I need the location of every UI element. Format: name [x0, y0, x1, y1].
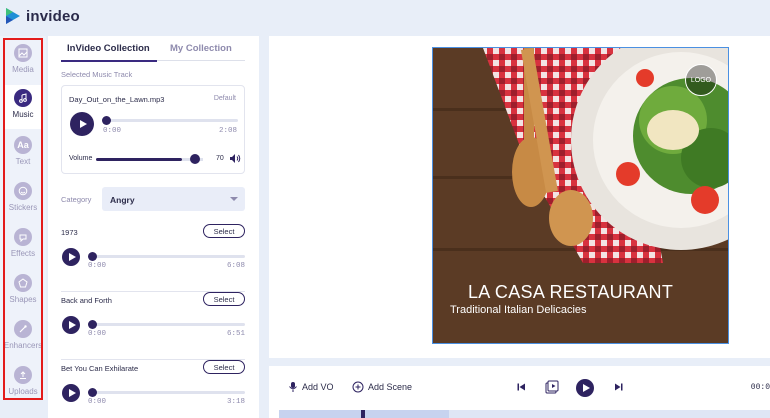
- scene-preview-button[interactable]: [544, 379, 560, 395]
- list-item: 1973 Select 0:00 6:08: [61, 224, 245, 292]
- timeline-playhead[interactable]: [361, 410, 365, 418]
- top-bar: invideo: [0, 0, 770, 34]
- shapes-icon: [14, 274, 32, 292]
- sidebar-item-label: Text: [15, 157, 31, 166]
- sidebar-item-label: Stickers: [8, 203, 38, 212]
- sidebar-item-label: Effects: [10, 249, 36, 258]
- timeline-time: 00:0: [750, 383, 770, 392]
- progress-handle[interactable]: [102, 116, 111, 125]
- list-item: Back and Forth Select 0:00 6:51: [61, 292, 245, 360]
- default-badge: Default: [213, 95, 236, 102]
- music-note-icon: [14, 89, 32, 107]
- music-panel: InVideo Collection My Collection Selecte…: [48, 36, 259, 418]
- sidebar-item-label: Shapes: [9, 295, 37, 304]
- elapsed-time: 0:00: [103, 127, 122, 135]
- scene-play-icon: [545, 380, 559, 394]
- select-button[interactable]: Select: [203, 360, 245, 374]
- invideo-logo-icon: [6, 8, 20, 24]
- microphone-icon: [289, 382, 297, 392]
- progress-track[interactable]: [90, 391, 245, 394]
- progress-handle[interactable]: [88, 252, 97, 261]
- wand-icon: [14, 320, 32, 338]
- skip-back-button[interactable]: [513, 379, 529, 395]
- sidebar-item-stickers[interactable]: Stickers: [4, 178, 42, 222]
- play-button[interactable]: [62, 384, 80, 402]
- progress-track[interactable]: [104, 119, 238, 122]
- select-button[interactable]: Select: [203, 292, 245, 306]
- effects-icon: [14, 228, 32, 246]
- add-vo-button[interactable]: Add VO: [288, 381, 334, 393]
- track-title: 1973: [61, 228, 78, 237]
- play-icon: [68, 389, 76, 397]
- sidebar-item-enhancers[interactable]: Enhancers: [4, 316, 42, 360]
- add-scene-button[interactable]: Add Scene: [352, 381, 412, 393]
- track-duration: 6:51: [226, 330, 245, 338]
- add-scene-label: Add Scene: [368, 382, 413, 392]
- elapsed-time: 0:00: [88, 330, 107, 338]
- volume-fill: [96, 158, 182, 161]
- select-button[interactable]: Select: [203, 224, 245, 238]
- play-icon: [68, 321, 76, 329]
- play-button[interactable]: [576, 379, 594, 397]
- track-duration: 3:18: [226, 398, 245, 406]
- text-icon: Aa: [14, 136, 32, 154]
- category-label: Category: [61, 195, 92, 204]
- skip-forward-icon: [615, 383, 623, 391]
- sidebar-item-music[interactable]: Music: [4, 85, 42, 129]
- track-duration: 6:08: [226, 262, 245, 270]
- collection-tabs: InVideo Collection My Collection: [61, 43, 245, 62]
- logo-placeholder[interactable]: LOGO: [685, 64, 717, 96]
- play-icon: [582, 384, 590, 392]
- sidebar-item-text[interactable]: Aa Text: [4, 132, 42, 176]
- category-dropdown[interactable]: Angry: [102, 187, 245, 211]
- chevron-down-icon: [230, 197, 238, 201]
- sidebar-item-label: Enhancers: [3, 341, 43, 350]
- volume-handle[interactable]: [190, 154, 200, 164]
- sidebar-item-effects[interactable]: Effects: [4, 224, 42, 268]
- elapsed-time: 0:00: [88, 398, 107, 406]
- progress-track[interactable]: [90, 255, 245, 258]
- play-button[interactable]: [62, 316, 80, 334]
- sidebar-item-label: Music: [12, 110, 34, 119]
- track-title: Back and Forth: [61, 296, 112, 305]
- selected-track-name: Day_Out_on_the_Lawn.mp3: [69, 95, 165, 104]
- volume-value: 70: [216, 155, 224, 162]
- play-button[interactable]: [70, 112, 94, 136]
- app-logo[interactable]: invideo: [4, 6, 80, 26]
- track-duration: 2:08: [218, 127, 237, 135]
- sidebar-item-label: Media: [12, 65, 34, 74]
- skip-back-icon: [517, 383, 525, 391]
- sidebar-item-uploads[interactable]: Uploads: [4, 362, 42, 406]
- image-icon: [14, 44, 32, 62]
- sidebar-item-label: Uploads: [8, 387, 38, 396]
- plus-circle-icon: [352, 381, 364, 393]
- scene-subtitle[interactable]: Traditional Italian Delicacies: [450, 304, 587, 316]
- upload-icon: [14, 366, 32, 384]
- scene-title[interactable]: LA CASA RESTAURANT: [468, 282, 673, 303]
- tab-invideo-collection[interactable]: InVideo Collection: [67, 43, 150, 54]
- active-tab-indicator: [61, 60, 157, 62]
- smiley-icon: [14, 182, 32, 200]
- sidebar-item-media[interactable]: Media: [4, 40, 42, 84]
- list-item: Bet You Can Exhilarate Select 0:00 3:18: [61, 360, 245, 418]
- skip-forward-button[interactable]: [611, 379, 627, 395]
- progress-track[interactable]: [90, 323, 245, 326]
- selected-track-card: Day_Out_on_the_Lawn.mp3 Default 0:00 2:0…: [61, 85, 245, 174]
- scene-canvas[interactable]: LOGO LA CASA RESTAURANT Traditional Ital…: [432, 47, 729, 344]
- progress-handle[interactable]: [88, 388, 97, 397]
- tab-my-collection[interactable]: My Collection: [170, 43, 232, 54]
- play-icon: [79, 120, 87, 128]
- add-vo-label: Add VO: [302, 382, 334, 392]
- category-value: Angry: [110, 195, 135, 205]
- selected-track-heading: Selected Music Track: [61, 70, 133, 79]
- volume-label: Volume: [69, 155, 93, 162]
- play-button[interactable]: [62, 248, 80, 266]
- play-icon: [68, 253, 76, 261]
- progress-handle[interactable]: [88, 320, 97, 329]
- app-name: invideo: [26, 7, 80, 25]
- sidebar-item-shapes[interactable]: Shapes: [4, 270, 42, 314]
- track-title: Bet You Can Exhilarate: [61, 364, 139, 373]
- elapsed-time: 0:00: [88, 262, 107, 270]
- speaker-icon[interactable]: [229, 153, 241, 164]
